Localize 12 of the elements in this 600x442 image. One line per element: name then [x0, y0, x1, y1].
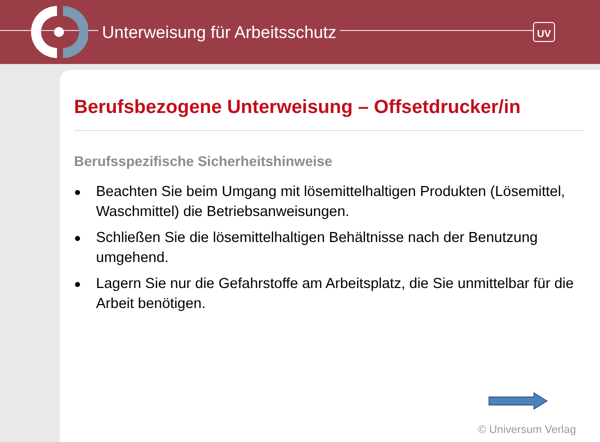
bullet-text: Schließen Sie die lösemittelhaltigen Behältnisse nach der Benutzung umgehend.: [96, 228, 539, 268]
logo-badge: UV: [533, 22, 555, 42]
bullet-text: Lagern Sie nur die Gefahrstoffe am Arbeitsplatz, die Sie unmittelbar für die Arbeit benötigen.: [96, 274, 575, 314]
bullet-icon: [75, 282, 80, 287]
bullet-text: Beachten Sie beim Umgang mit lösemittelhaltigen Produkten (Lösemittel, Waschmittel) die Betriebsanweisungen.: [96, 182, 566, 222]
slide-title: Berufsbezogene Unterweisung – Offsetdrucker/in: [74, 96, 522, 120]
copyright-text: © Universum Verlag: [478, 422, 576, 438]
slide-subtitle: Berufsspezifische Sicherheitshinweise: [74, 152, 334, 171]
bullet-icon: [75, 190, 80, 195]
next-arrow-button[interactable]: [488, 392, 548, 410]
header-title: Unterweisung für Arbeitsschutz: [98, 24, 340, 40]
bullet-icon: [75, 236, 80, 241]
